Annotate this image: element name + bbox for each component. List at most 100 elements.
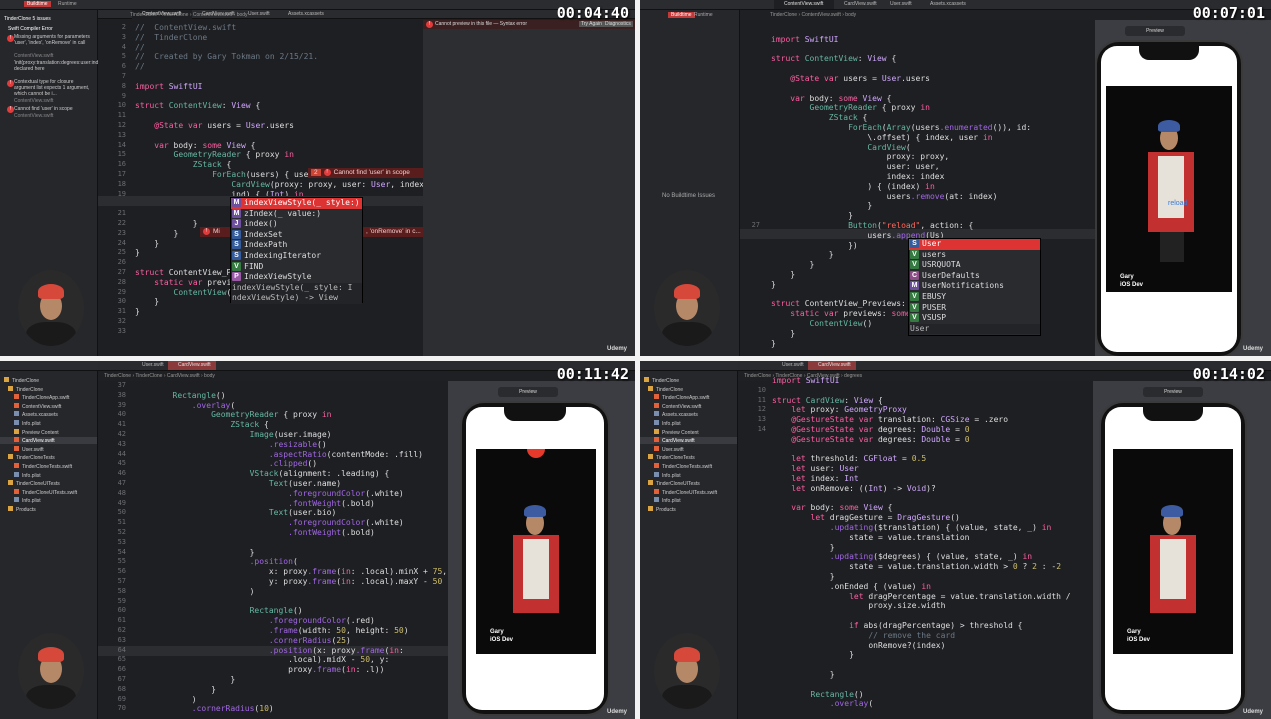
code-line[interactable]: .position( [134, 557, 447, 567]
autocomplete-item[interactable]: S IndexPath [231, 240, 362, 251]
code-line[interactable]: } [134, 548, 447, 558]
code-line[interactable]: .position(x: proxy.frame(in: [134, 646, 447, 656]
code-line[interactable]: .resizable() [134, 440, 447, 450]
code-line[interactable]: Text(user.bio) [134, 508, 447, 518]
issue-item[interactable]: 'init(proxy:translation:degrees:user:ind… [14, 60, 133, 72]
code-line[interactable]: // TinderClone [135, 33, 429, 43]
autocomplete-popup[interactable]: MindexViewStyle(_ style:) MzIndex(_ value… [230, 197, 363, 304]
autocomplete-item[interactable]: S IndexingIterator [231, 250, 362, 262]
profile-card[interactable]: Gary iOS Dev [1113, 449, 1233, 654]
code-line[interactable] [771, 64, 1031, 74]
code-line[interactable]: let index: Int [772, 474, 1071, 484]
navigator-item[interactable]: Info.plist [640, 420, 737, 427]
code-line[interactable]: ) [134, 587, 447, 597]
scheme-runtime[interactable]: Runtime [694, 12, 713, 18]
code-line[interactable] [135, 92, 429, 102]
code-line[interactable]: state = value.translation.width > 0 ? 2 … [772, 562, 1071, 572]
code-line[interactable]: } [134, 675, 447, 685]
code-line[interactable]: let onRemove: ((Int) -> Void)? [772, 484, 1071, 494]
tab-cardview[interactable]: CardView.swift [834, 0, 879, 9]
code-line[interactable]: } [134, 685, 447, 695]
code-line[interactable]: y: proxy.frame(in: .local).maxY - 50 [134, 577, 447, 587]
navigator-item[interactable]: ContentView.swift [0, 402, 97, 410]
navigator-item[interactable]: Assets.xcassets [640, 411, 737, 418]
autocomplete-item[interactable]: MindexViewStyle(_ style:) [231, 198, 362, 209]
code-editor[interactable]: 2345678910111213141516171819202122232425… [98, 20, 429, 356]
navigator-item[interactable]: TinderClone [640, 385, 737, 393]
code-line[interactable]: ForEach(Array(users.enumerated()), id: [771, 123, 1031, 133]
code-line[interactable] [772, 494, 1071, 504]
code-line[interactable] [772, 445, 1071, 455]
code-line[interactable] [772, 680, 1071, 690]
code-line[interactable]: // [135, 43, 429, 53]
tab-assets[interactable]: Assets.xcassets [920, 0, 975, 9]
code-line[interactable]: } [772, 572, 1071, 582]
tab-contentview[interactable]: ContentView.swift [774, 0, 834, 9]
navigator-item[interactable]: Assets.xcassets [0, 411, 97, 418]
code-line[interactable] [771, 25, 1031, 35]
navigator-item[interactable]: TinderCloneTests [0, 454, 97, 461]
code-line[interactable]: } [772, 543, 1071, 553]
code-line[interactable]: if abs(dragPercentage) > threshold { [772, 621, 1071, 631]
navigator-item[interactable]: TinderClone [640, 377, 737, 384]
code-line[interactable]: @GestureState var degrees: Double = 0 [772, 435, 1071, 445]
navigator-item[interactable]: TinderCloneTests [640, 454, 737, 461]
code-line[interactable]: import SwiftUI [772, 376, 1071, 386]
code-line[interactable]: .onEnded { (value) in [772, 582, 1071, 592]
navigator-item[interactable]: User.swift [0, 445, 97, 453]
code-line[interactable]: struct ContentView: View { [135, 101, 429, 111]
code-line[interactable]: .foregroundColor(.white) [134, 489, 447, 499]
code-line[interactable]: @State var users = User.users [135, 121, 429, 131]
scheme-buildtime[interactable]: Buildtime [24, 1, 51, 7]
autocomplete-item[interactable]: V FIND [231, 261, 362, 273]
code-line[interactable]: let dragPercentage = value.translation.w… [772, 592, 1071, 602]
code-line[interactable]: let dragGesture = DragGesture() [772, 513, 1071, 523]
navigator-item[interactable]: TinderCloneUITests [0, 480, 97, 487]
code-line[interactable]: // Created by Gary Tokman on 2/15/21. [135, 52, 429, 62]
code-line[interactable]: @GestureState var degrees: Double = 0 [772, 425, 1071, 435]
code-line[interactable]: @GestureState var translation: CGSize = … [772, 415, 1071, 425]
code-line[interactable]: let proxy: GeometryProxy [772, 405, 1071, 415]
issue-item[interactable]: Missing arguments for parameters 'user',… [14, 34, 94, 46]
autocomplete-item[interactable]: C UserDefaults [909, 270, 1040, 282]
code-line[interactable]: } [771, 201, 1031, 211]
code-line[interactable]: .fontWeight(.bold) [134, 499, 447, 509]
tab-user[interactable]: User.swift [132, 361, 168, 370]
code-line[interactable]: Rectangle() [134, 606, 447, 616]
code-line[interactable]: .frame(width: 50, height: 50) [134, 626, 447, 636]
code-line[interactable]: struct ContentView: View { [771, 54, 1031, 64]
navigator-item[interactable]: TinderCloneApp.swift [0, 394, 97, 401]
issue-item[interactable]: Cannot find 'user' in scope [14, 106, 73, 112]
code-line[interactable]: import SwiftUI [771, 35, 1031, 45]
code-line[interactable]: .foregroundColor(.white) [134, 518, 447, 528]
code-line[interactable]: // ContentView.swift [135, 23, 429, 33]
navigator-item[interactable]: ContentView.swift [640, 402, 737, 410]
navigator-item[interactable]: TinderClone [0, 377, 97, 384]
issue-project[interactable]: TinderClone 5 issues [4, 16, 51, 22]
code-line[interactable]: } [135, 307, 429, 317]
navigator-item[interactable]: Products [0, 506, 97, 513]
code-line[interactable]: let user: User [772, 464, 1071, 474]
navigator-item[interactable]: Info.plist [640, 497, 737, 504]
code-line[interactable] [135, 111, 429, 121]
code-line[interactable] [135, 327, 429, 337]
code-line[interactable]: Rectangle() [134, 391, 447, 401]
tab-cardview[interactable]: CardView.swift [808, 361, 856, 370]
code-line[interactable]: user: user, [771, 162, 1031, 172]
code-line[interactable]: index: index [771, 172, 1031, 182]
code-line[interactable]: @State var users = User.users [771, 74, 1031, 84]
code-line[interactable]: proxy.frame(in: .l)) [134, 665, 447, 675]
code-line[interactable] [134, 538, 447, 548]
navigator-item[interactable]: Preview Content [0, 428, 97, 436]
autocomplete-item[interactable]: P IndexViewStyle [231, 272, 362, 283]
autocomplete-item[interactable]: Vusers [909, 249, 1040, 261]
code-line[interactable] [772, 386, 1071, 396]
profile-card[interactable]: Gary iOS Dev [476, 449, 596, 654]
source-code[interactable]: import SwiftUI struct CardView: View { l… [772, 376, 1071, 709]
navigator-item[interactable]: Preview Content [640, 428, 737, 436]
reload-button[interactable]: reload [1168, 200, 1187, 207]
code-line[interactable]: proxy.size.width [772, 601, 1071, 611]
code-line[interactable]: .cornerRadius(25) [134, 636, 447, 646]
navigator-item[interactable]: TinderCloneTests.swift [640, 463, 737, 470]
navigator-item[interactable]: Info.plist [0, 497, 97, 504]
